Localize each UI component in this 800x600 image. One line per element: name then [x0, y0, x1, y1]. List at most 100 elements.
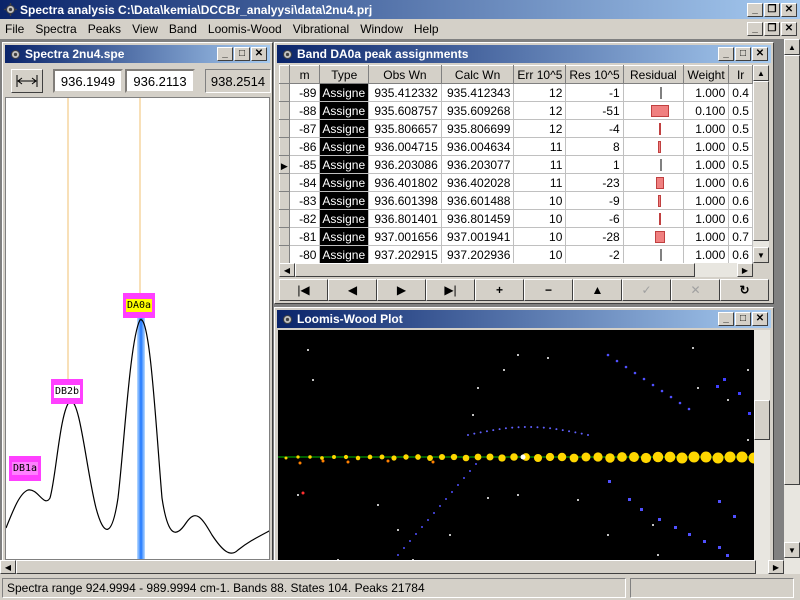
- cell-calc-wn[interactable]: 935.609268: [440, 101, 515, 120]
- grid-scroll-left-icon[interactable]: ◀: [279, 263, 295, 277]
- cell-residual[interactable]: [622, 173, 684, 192]
- app-minimize-button[interactable]: _: [747, 2, 763, 17]
- spectra-maximize-button[interactable]: □: [234, 47, 250, 61]
- menu-vibrational[interactable]: Vibrational: [288, 22, 355, 36]
- cell-weight[interactable]: 1.000: [682, 227, 730, 246]
- assignments-grid[interactable]: m Type Obs Wn Calc Wn Err 10^5 Res 10^5 …: [279, 65, 753, 263]
- lw-minimize-button[interactable]: _: [718, 312, 734, 326]
- row-indicator[interactable]: [279, 101, 290, 120]
- table-row[interactable]: -86 Assigne 936.004715 936.004634 11 8 1.000 0.…: [279, 137, 753, 156]
- cell-ir[interactable]: 0.5: [728, 101, 753, 120]
- row-indicator[interactable]: [279, 209, 290, 228]
- cell-m[interactable]: -89: [288, 83, 321, 102]
- app-restore-button[interactable]: ❐: [764, 2, 780, 17]
- cell-res[interactable]: -1: [565, 83, 624, 102]
- cell-err[interactable]: 11: [513, 173, 567, 192]
- cell-residual[interactable]: [622, 83, 684, 102]
- nav-edit-button[interactable]: ▲: [573, 279, 622, 301]
- cell-obs-wn[interactable]: 935.608757: [368, 101, 442, 120]
- peak-label-da0a[interactable]: DA0a: [123, 293, 155, 318]
- cell-obs-wn[interactable]: 936.004715: [368, 137, 442, 156]
- cell-type[interactable]: Assigne: [319, 137, 370, 156]
- nav-insert-button[interactable]: +: [475, 279, 524, 301]
- cell-err[interactable]: 12: [513, 83, 567, 102]
- row-indicator[interactable]: [279, 83, 290, 102]
- lw-vscroll-thumb[interactable]: [754, 400, 770, 440]
- table-row[interactable]: -80 Assigne 937.202915 937.202936 10 -2 1.000 0…: [279, 245, 753, 263]
- mdi-close-button[interactable]: ✕: [781, 21, 797, 36]
- peak-label-db1a[interactable]: DB1a: [9, 456, 41, 481]
- mdi-vscroll[interactable]: ▲ ▼: [784, 39, 800, 574]
- band-minimize-button[interactable]: _: [718, 47, 734, 61]
- spectra-minimize-button[interactable]: _: [217, 47, 233, 61]
- cell-calc-wn[interactable]: 937.202936: [440, 245, 515, 263]
- lw-maximize-button[interactable]: □: [735, 312, 751, 326]
- cell-type[interactable]: Assigne: [319, 101, 370, 120]
- mdi-hscroll[interactable]: ◀ ▶: [0, 560, 784, 574]
- menu-file[interactable]: File: [0, 22, 30, 36]
- cell-ir[interactable]: 0.5: [728, 119, 753, 138]
- cell-obs-wn[interactable]: 936.203086: [368, 155, 442, 174]
- cell-m[interactable]: -82: [288, 209, 321, 228]
- cell-calc-wn[interactable]: 936.402028: [440, 173, 515, 192]
- cell-calc-wn[interactable]: 936.601488: [440, 191, 515, 210]
- mdi-scroll-up-icon[interactable]: ▲: [784, 39, 800, 55]
- table-row[interactable]: -84 Assigne 936.401802 936.402028 11 -23 1.000…: [279, 173, 753, 192]
- cell-ir[interactable]: 0.7: [728, 227, 753, 246]
- cell-obs-wn[interactable]: 936.401802: [368, 173, 442, 192]
- cell-m[interactable]: -88: [288, 101, 321, 120]
- cell-ir[interactable]: 0.6: [728, 191, 753, 210]
- col-header-residual[interactable]: Residual: [622, 65, 684, 84]
- row-indicator[interactable]: [279, 245, 290, 263]
- col-header-type[interactable]: Type: [319, 65, 370, 84]
- band-maximize-button[interactable]: □: [735, 47, 751, 61]
- cell-m[interactable]: -87: [288, 119, 321, 138]
- col-header-ir[interactable]: Ir: [728, 65, 753, 84]
- lw-close-button[interactable]: ✕: [752, 312, 768, 326]
- band-close-button[interactable]: ✕: [752, 47, 768, 61]
- spectrum-plot[interactable]: [5, 97, 270, 560]
- cell-weight[interactable]: 1.000: [682, 191, 730, 210]
- row-indicator[interactable]: [279, 119, 290, 138]
- cell-res[interactable]: -6: [565, 209, 624, 228]
- mdi-restore-button[interactable]: ❐: [764, 21, 780, 36]
- grid-scroll-right-icon[interactable]: ▶: [737, 263, 753, 277]
- peak-label-db2b[interactable]: DB2b: [51, 379, 83, 404]
- cell-calc-wn[interactable]: 936.801459: [440, 209, 515, 228]
- cell-weight[interactable]: 1.000: [682, 173, 730, 192]
- grid-scroll-up-icon[interactable]: ▲: [753, 65, 769, 81]
- cell-weight[interactable]: 1.000: [682, 83, 730, 102]
- cell-type[interactable]: Assigne: [319, 227, 370, 246]
- cell-m[interactable]: -86: [288, 137, 321, 156]
- cell-residual[interactable]: [622, 119, 684, 138]
- row-indicator[interactable]: [279, 173, 290, 192]
- range-toggle-button[interactable]: [11, 69, 43, 93]
- range-left-field[interactable]: 936.1949: [53, 69, 123, 93]
- spectra-close-button[interactable]: ✕: [251, 47, 267, 61]
- cell-type[interactable]: Assigne: [319, 209, 370, 228]
- menu-loomis-wood[interactable]: Loomis-Wood: [203, 22, 288, 36]
- mdi-minimize-button[interactable]: _: [747, 21, 763, 36]
- cell-calc-wn[interactable]: 935.806699: [440, 119, 515, 138]
- app-close-button[interactable]: ✕: [781, 2, 797, 17]
- cell-res[interactable]: -4: [565, 119, 624, 138]
- cell-obs-wn[interactable]: 936.601398: [368, 191, 442, 210]
- nav-last-button[interactable]: ▶|: [426, 279, 475, 301]
- cell-weight[interactable]: 1.000: [682, 137, 730, 156]
- cell-err[interactable]: 10: [513, 227, 567, 246]
- cell-calc-wn[interactable]: 937.001941: [440, 227, 515, 246]
- menu-view[interactable]: View: [127, 22, 164, 36]
- menu-window[interactable]: Window: [355, 22, 409, 36]
- cell-residual[interactable]: [622, 155, 684, 174]
- col-header-calc-wn[interactable]: Calc Wn: [440, 65, 515, 84]
- cell-res[interactable]: -2: [565, 245, 624, 263]
- cell-residual[interactable]: [622, 245, 684, 263]
- cell-res[interactable]: -9: [565, 191, 624, 210]
- table-row[interactable]: -83 Assigne 936.601398 936.601488 10 -9 1.000 0…: [279, 191, 753, 210]
- menu-peaks[interactable]: Peaks: [83, 22, 127, 36]
- cell-m[interactable]: -81: [288, 227, 321, 246]
- table-row[interactable]: -88 Assigne 935.608757 935.609268 12 -51 0.100…: [279, 101, 753, 120]
- col-header-obs-wn[interactable]: Obs Wn: [368, 65, 442, 84]
- nav-prior-button[interactable]: ◀: [328, 279, 377, 301]
- mdi-scroll-right-icon[interactable]: ▶: [768, 560, 784, 574]
